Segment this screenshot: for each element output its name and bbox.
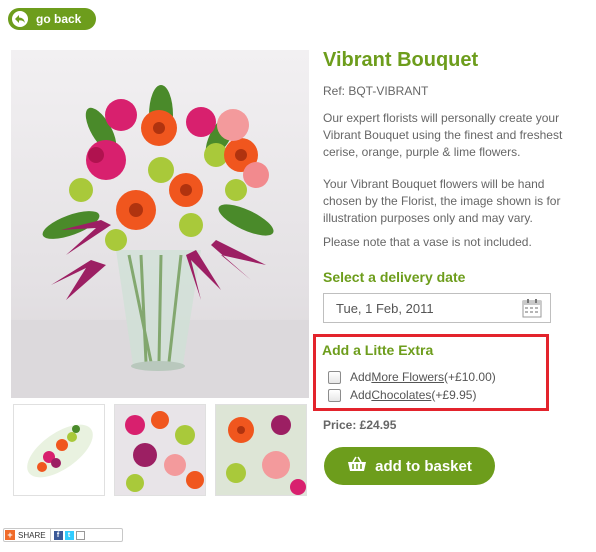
facebook-icon[interactable]: f — [53, 530, 63, 540]
product-description-1: Our expert florists will personally crea… — [323, 111, 563, 159]
extra-prefix: Add — [350, 388, 372, 402]
go-back-button[interactable]: go back — [8, 8, 96, 30]
share-label: SHARE — [18, 530, 46, 540]
more-flowers-link[interactable]: More Flowers — [371, 370, 444, 384]
product-title: Vibrant Bouquet — [323, 49, 479, 71]
product-description-3: Please note that a vase is not included. — [323, 235, 532, 249]
product-description-2: Your Vibrant Bouquet flowers will be han… — [323, 177, 561, 225]
calendar-icon[interactable] — [522, 298, 542, 318]
more-flowers-checkbox[interactable] — [328, 370, 341, 384]
go-back-label: go back — [36, 12, 82, 26]
extra-more-flowers: Add More Flowers (+£10.00) — [328, 370, 496, 384]
extra-price: (+£9.95) — [431, 388, 477, 402]
share-divider — [49, 529, 51, 541]
email-icon[interactable] — [75, 530, 85, 540]
extra-chocolates: Add Chocolates (+£9.95) — [328, 388, 476, 402]
product-ref: Ref: BQT-VIBRANT — [323, 84, 429, 98]
chocolates-checkbox[interactable] — [328, 388, 341, 402]
share-button[interactable]: + SHARE f t — [3, 528, 123, 542]
delivery-date-value: Tue, 1 Feb, 2011 — [336, 300, 434, 316]
extras-heading: Add a Litte Extra — [322, 342, 434, 358]
thumbnail-3[interactable] — [215, 404, 307, 496]
product-main-image — [11, 50, 309, 398]
delivery-date-input[interactable]: Tue, 1 Feb, 2011 — [323, 293, 551, 323]
thumbnail-2[interactable] — [114, 404, 206, 496]
add-to-basket-label: add to basket — [375, 457, 472, 475]
basket-icon — [347, 456, 367, 476]
product-price: Price: £24.95 — [323, 418, 397, 432]
extra-prefix: Add — [350, 370, 372, 384]
add-to-basket-button[interactable]: add to basket — [324, 447, 495, 485]
back-arrow-icon — [12, 11, 28, 27]
thumbnail-1[interactable] — [13, 404, 105, 496]
delivery-date-heading: Select a delivery date — [323, 269, 466, 285]
share-plus-icon: + — [5, 530, 15, 540]
chocolates-link[interactable]: Chocolates — [371, 388, 431, 402]
twitter-icon[interactable]: t — [64, 530, 74, 540]
extra-price: (+£10.00) — [444, 370, 496, 384]
